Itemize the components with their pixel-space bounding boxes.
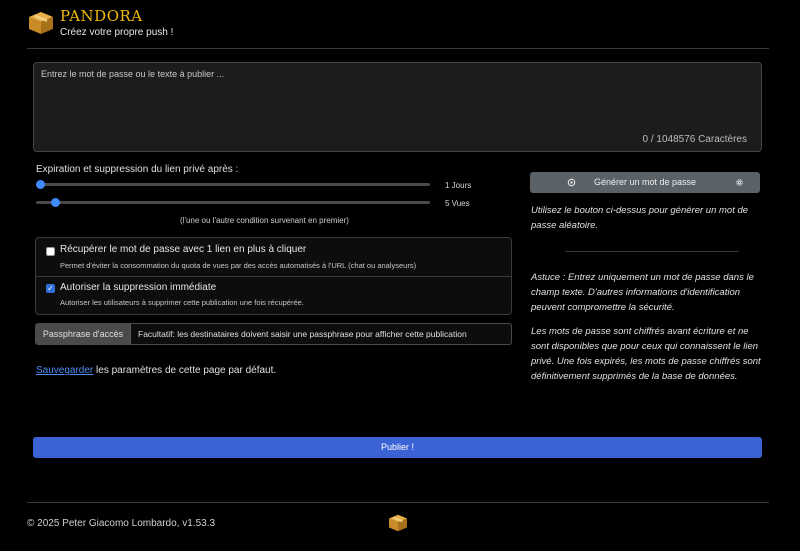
retrieval-step-desc: Permet d'éviter la consommation du quota… [60, 261, 417, 270]
passphrase-input[interactable] [132, 324, 511, 344]
save-defaults-link[interactable]: Sauvegarder [36, 365, 93, 376]
options-group: Récupérer le mot de passe avec 1 lien en… [35, 237, 512, 315]
header-divider [27, 48, 769, 49]
save-defaults-line: Sauvegarder les paramètres de cette page… [36, 365, 276, 376]
options-divider [36, 276, 511, 277]
views-slider-thumb[interactable] [51, 198, 61, 207]
deletable-checkbox[interactable]: ✓ [46, 284, 55, 293]
footer-box-icon [389, 514, 407, 532]
expiration-label: Expiration et suppression du lien privé … [36, 164, 239, 175]
app-name: PANDORA [60, 7, 143, 25]
check-icon: ✓ [47, 284, 54, 293]
views-slider-track[interactable] [36, 201, 430, 204]
days-slider-track[interactable] [36, 183, 430, 186]
character-counter: 0 / 1048576 Caractères [642, 134, 747, 145]
app-tagline: Créez votre propre push ! [60, 27, 174, 38]
security-tip: Astuce : Entrez uniquement un mot de pas… [531, 272, 754, 313]
generator-help: Utilisez le bouton ci-dessus pour génére… [531, 205, 749, 231]
passphrase-group: Passphrase d'accès [35, 323, 512, 345]
publish-button[interactable]: Publier ! [33, 437, 762, 458]
views-slider-value: 5 Vues [445, 199, 470, 208]
footer-divider [27, 502, 769, 503]
generate-password-label: Générer un mot de passe [593, 177, 697, 187]
right-divider [565, 251, 739, 252]
deletable-title: Autoriser la suppression immédiate [60, 282, 217, 293]
days-slider-value: 1 Jours [445, 181, 472, 190]
footer-copyright: © 2025 Peter Giacomo Lombardo, v1.53.3 [27, 518, 216, 529]
box-icon [29, 12, 53, 34]
gear-icon[interactable] [735, 178, 744, 187]
encryption-info: Les mots de passe sont chiffrés avant éc… [531, 326, 761, 382]
retrieval-step-title: Récupérer le mot de passe avec 1 lien en… [60, 244, 307, 255]
days-slider-thumb[interactable] [36, 180, 45, 189]
generate-password-button[interactable]: Générer un mot de passe [530, 172, 760, 193]
expiration-note: (l'une ou l'autre condition survenant en… [180, 216, 349, 225]
save-defaults-text: les paramètres de cette page par défaut. [93, 365, 277, 376]
retrieval-step-checkbox[interactable] [46, 247, 55, 256]
deletable-desc: Autoriser les utilisateurs à supprimer c… [60, 298, 304, 307]
payload-textarea-container: 0 / 1048576 Caractères [33, 62, 762, 152]
passphrase-label: Passphrase d'accès [36, 324, 131, 344]
